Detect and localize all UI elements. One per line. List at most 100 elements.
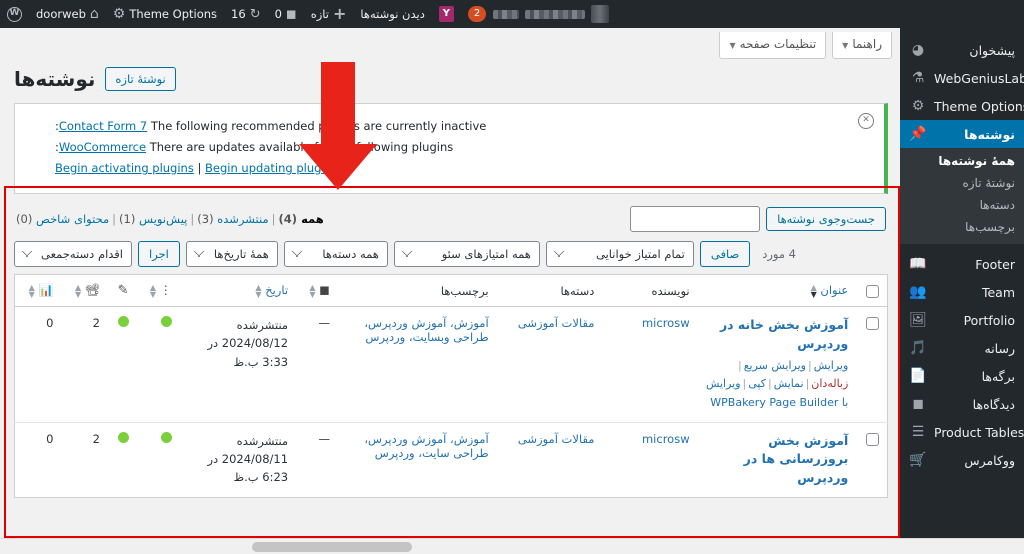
sidebar-item-media[interactable]: 🎵 رسانه bbox=[900, 334, 1024, 362]
row-checkbox-cell[interactable] bbox=[856, 421, 888, 498]
adminbar-site-name[interactable]: ⌂ doorweb bbox=[29, 0, 106, 28]
row-checkbox-cell[interactable] bbox=[856, 306, 888, 423]
adminbar-yoast[interactable] bbox=[432, 0, 461, 28]
view-all[interactable]: همه (4) bbox=[279, 212, 324, 226]
yoast-seo-icon bbox=[438, 6, 454, 22]
book-icon: 📖 bbox=[909, 256, 927, 272]
select-all-checkbox[interactable] bbox=[866, 284, 879, 298]
row-action-trash[interactable]: زباله‌دان bbox=[811, 377, 848, 390]
sidebar-subitem-tags[interactable]: برچسب‌ها bbox=[900, 216, 1024, 238]
sidebar-item-comments[interactable]: ◼ دیدگاه‌ها bbox=[900, 390, 1024, 418]
redacted-label-secondary bbox=[493, 9, 520, 19]
sidebar-item-webgeniuslab[interactable]: ⚗ WebGeniusLab bbox=[900, 64, 1024, 92]
main-content: راهنما▼ تنظیمات صفحه▼ نوشته‌ها نوشتهٔ تا… bbox=[0, 28, 900, 538]
column-header-seo-score[interactable]: 📊 ▲ ▼ bbox=[14, 274, 62, 307]
sidebar-item-posts[interactable]: 📌 نوشته‌ها bbox=[900, 120, 1024, 148]
row-select-checkbox[interactable] bbox=[866, 432, 879, 446]
adminbar-updates[interactable]: ↻ 16 bbox=[224, 0, 268, 28]
search-posts-button[interactable]: جست‌وجوی نوشته‌ها bbox=[766, 207, 886, 231]
column-header-date-link[interactable]: تاریخ bbox=[265, 283, 288, 297]
woocommerce-link[interactable]: WooCommerce bbox=[59, 140, 146, 154]
row-action-edit[interactable]: ویرایش bbox=[814, 359, 849, 372]
view-featured[interactable]: محتوای شاخص (0) bbox=[16, 212, 109, 226]
row-action-quick-edit[interactable]: ویرایش سریع bbox=[744, 359, 806, 372]
notice-line-updates: WooCommerce There are updates available … bbox=[55, 137, 870, 158]
view-featured-count: (0) bbox=[16, 212, 33, 226]
readability-filter-select[interactable]: تمام امتیاز خوانایی bbox=[545, 241, 694, 267]
post-category-link[interactable]: مقالات آموزشی bbox=[518, 432, 595, 446]
seo-score-filter-select[interactable]: همه امتیازهای سئو bbox=[393, 241, 540, 267]
sidebar-item-footer[interactable]: 📖 Footer bbox=[900, 250, 1024, 278]
row-title-cell: آموزش بخش خانه در وردپرس ویرایش|ویرایش س… bbox=[697, 306, 857, 423]
category-filter-select[interactable]: همه دسته‌ها bbox=[283, 241, 388, 267]
apply-bulk-action-button[interactable]: اجرا bbox=[138, 241, 180, 267]
media-icon: 🎵 bbox=[909, 340, 927, 356]
notice-line-inactive: Contact Form 7 The following recommended… bbox=[55, 116, 870, 137]
chevron-down-icon: ▼ bbox=[842, 41, 849, 50]
column-header-title-link[interactable]: عنوان bbox=[820, 283, 848, 297]
adminbar-notifications[interactable]: 2 bbox=[461, 0, 493, 28]
woo-icon: 🛒 bbox=[909, 452, 927, 468]
contact-form-7-link[interactable]: Contact Form 7 bbox=[59, 119, 147, 133]
column-header-comments[interactable]: ◼ ▲ ▼ bbox=[296, 274, 338, 307]
date-filter-select[interactable]: همهٔ تاریخ‌ها bbox=[185, 241, 278, 267]
theme-options-label: Theme Options bbox=[129, 7, 218, 21]
sidebar-item-pages[interactable]: 📄 برگه‌ها bbox=[900, 362, 1024, 390]
search-input[interactable] bbox=[630, 206, 761, 232]
sidebar-item-label: رسانه bbox=[984, 340, 1016, 356]
sidebar-subitem-all-posts[interactable]: همهٔ نوشته‌ها bbox=[900, 150, 1024, 172]
adminbar-view-posts[interactable]: دیدن نوشته‌ها bbox=[353, 0, 431, 28]
horizontal-scrollbar[interactable] bbox=[0, 538, 1024, 554]
adminbar-new-content[interactable]: + تازه bbox=[304, 0, 354, 28]
post-title-link[interactable]: آموزش بخش بروزرسانی ها در وردپرس bbox=[706, 432, 849, 488]
adminbar-comments[interactable]: ◼ 0 bbox=[268, 0, 304, 28]
close-icon[interactable]: ✕ bbox=[858, 113, 874, 129]
sidebar-subitem-new-post[interactable]: نوشتهٔ تازه bbox=[900, 172, 1024, 194]
add-new-post-button[interactable]: نوشتهٔ تازه bbox=[105, 67, 176, 91]
post-title-link[interactable]: آموزش بخش خانه در وردپرس bbox=[706, 316, 848, 354]
filter-button[interactable]: صافی bbox=[699, 241, 751, 267]
scrollbar-thumb[interactable] bbox=[252, 542, 412, 552]
sidebar-item-theme-options[interactable]: ⚙ Theme Options bbox=[900, 92, 1024, 120]
post-tags-links[interactable]: آموزش، آموزش وردپرس، طراحی سایت، وردپرس bbox=[364, 432, 488, 460]
sidebar-subitem-categories[interactable]: دسته‌ها bbox=[900, 194, 1024, 216]
row-select-checkbox[interactable] bbox=[866, 317, 879, 330]
adminbar-theme-options[interactable]: Theme Options ⚙ bbox=[106, 0, 224, 28]
admin-bar: ⌂ doorweb Theme Options ⚙ ↻ 16 ◼ 0 + تاز… bbox=[0, 0, 1024, 28]
view-published[interactable]: منتشرشده (3) bbox=[197, 212, 268, 226]
adminbar-wp-logo[interactable] bbox=[0, 0, 29, 28]
notice-action-separator: | bbox=[197, 161, 202, 175]
column-header-checkbox[interactable] bbox=[856, 274, 888, 307]
sidebar-item-label: نوشته‌ها bbox=[964, 126, 1015, 142]
row-date-cell: منتشرشده 2024/08/12 در 3:33 ب.ظ bbox=[179, 306, 297, 423]
sidebar-item-woocommerce[interactable]: 🛒 ووکامرس bbox=[900, 446, 1024, 474]
column-header-readability-score[interactable]: 📽 ▲ ▼ bbox=[61, 274, 108, 307]
post-category-link[interactable]: مقالات آموزشی bbox=[518, 316, 595, 330]
row-action-view[interactable]: نمایش bbox=[774, 377, 804, 390]
column-header-title[interactable]: عنوان ▲ ▼ bbox=[697, 274, 857, 307]
sidebar-item-dashboard[interactable]: ◕ پیشخوان bbox=[900, 36, 1024, 64]
row-action-copy[interactable]: کپی bbox=[748, 377, 766, 390]
sidebar-item-team[interactable]: 👥 Team bbox=[900, 278, 1024, 306]
row-seo-score-cell bbox=[136, 421, 180, 498]
view-posts-label: دیدن نوشته‌ها bbox=[360, 7, 425, 21]
post-tags-links[interactable]: آموزش، آموزش وردپرس، طراحی وبسایت، وردپر… bbox=[364, 316, 488, 344]
column-header-seo-list[interactable]: ⋮ ▲ ▼ bbox=[136, 274, 180, 307]
help-toggle-button[interactable]: راهنما▼ bbox=[832, 32, 892, 59]
post-author-link[interactable]: microsw bbox=[642, 432, 690, 446]
view-draft[interactable]: پیش‌نویس (1) bbox=[119, 212, 187, 226]
sidebar-item-portfolio[interactable]: 🖼 Portfolio bbox=[900, 306, 1024, 334]
sidebar-item-product-tables[interactable]: ☰ Product Tables bbox=[900, 418, 1024, 446]
notice-actions: Begin activating plugins | Begin updatin… bbox=[55, 158, 870, 179]
begin-activating-plugins-link[interactable]: Begin activating plugins bbox=[55, 161, 194, 175]
comment-icon: ◼ bbox=[319, 283, 330, 299]
admin-sidebar-menu: ◕ پیشخوان ⚗ WebGeniusLab ⚙ Theme Options… bbox=[900, 28, 1024, 554]
screen-options-toggle-button[interactable]: تنظیمات صفحه▼ bbox=[719, 32, 827, 59]
bulk-action-select[interactable]: اقدام دسته‌جمعی bbox=[14, 241, 132, 267]
column-header-date[interactable]: تاریخ ▲ ▼ bbox=[179, 274, 297, 307]
seo-score-dot bbox=[160, 316, 172, 327]
redacted-avatar bbox=[591, 5, 610, 23]
sort-arrows-icon: ▲ ▼ bbox=[810, 282, 817, 299]
begin-updating-plugins-link[interactable]: Begin updating plugins bbox=[205, 161, 338, 175]
post-author-link[interactable]: microsw bbox=[642, 316, 690, 330]
